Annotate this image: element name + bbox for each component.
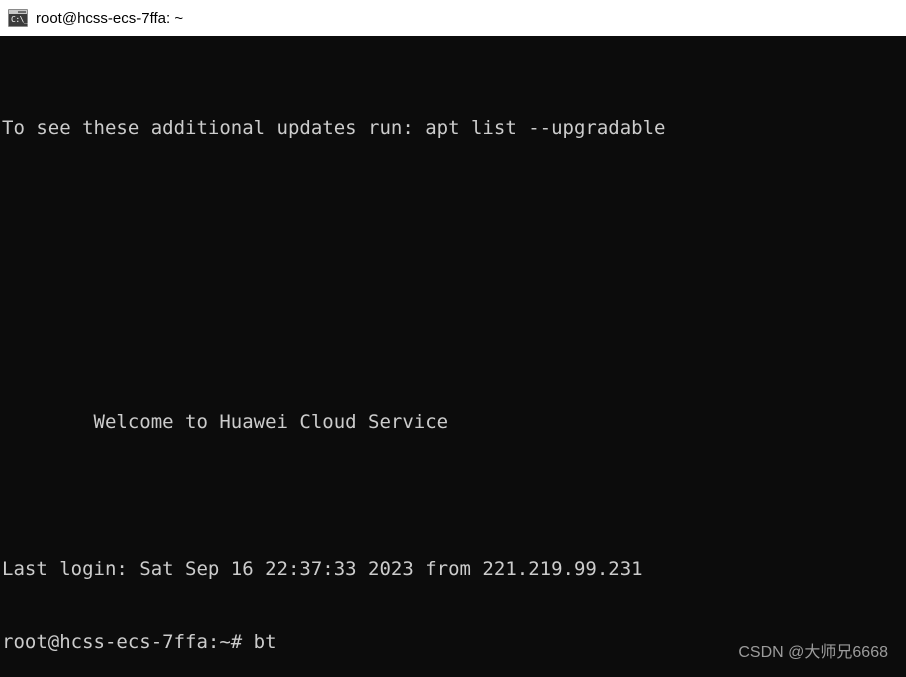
window-titlebar: C:\_ root@hcss-ecs-7ffa: ~: [0, 0, 906, 36]
console-icon-prompt-glyph: C:\_: [11, 15, 29, 24]
terminal-screen[interactable]: To see these additional updates run: apt…: [0, 36, 906, 677]
window-title: root@hcss-ecs-7ffa: ~: [36, 9, 184, 27]
terminal-line-apt-updates: To see these additional updates run: apt…: [2, 116, 666, 139]
terminal-line-welcome: Welcome to Huawei Cloud Service: [2, 410, 449, 433]
console-icon: C:\_: [8, 9, 29, 27]
watermark: CSDN @大师兄6668: [738, 643, 888, 661]
terminal-line-last-login: Last login: Sat Sep 16 22:37:33 2023 fro…: [2, 557, 643, 580]
console-icon-titlebar-glyph: [9, 10, 27, 14]
